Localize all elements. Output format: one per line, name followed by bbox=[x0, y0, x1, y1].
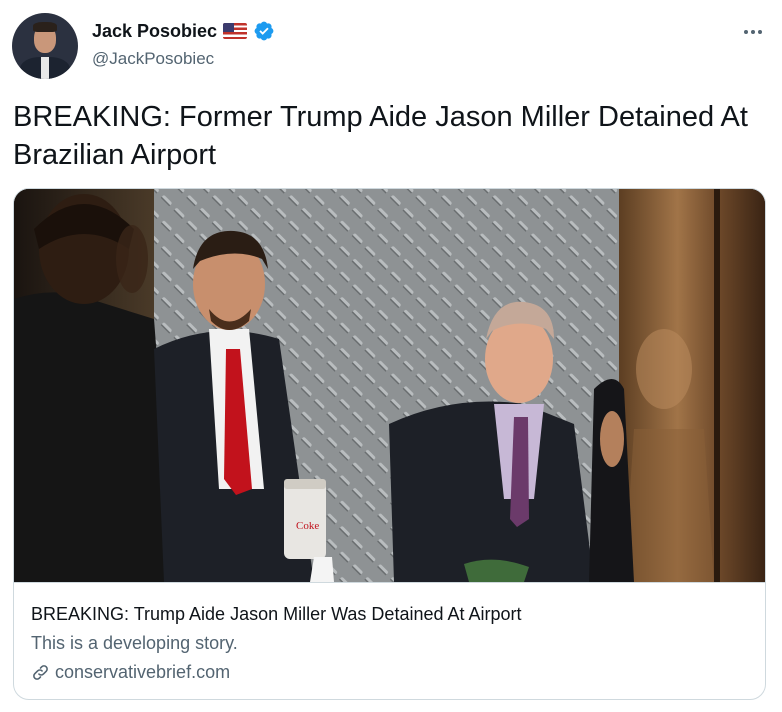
card-domain: conservativebrief.com bbox=[55, 662, 231, 682]
us-flag-icon bbox=[223, 23, 248, 39]
link-preview-card[interactable]: Coke BREAKING: Trump Aide Jason Miller W… bbox=[13, 188, 766, 700]
author-handle[interactable]: @JackPosobiec bbox=[92, 49, 214, 69]
author-name-row: Jack Posobiec bbox=[92, 20, 275, 42]
card-title: BREAKING: Trump Aide Jason Miller Was De… bbox=[31, 604, 522, 624]
card-image[interactable]: Coke bbox=[14, 189, 765, 582]
author-display-name[interactable]: Jack Posobiec bbox=[92, 21, 217, 42]
card-description: This is a developing story. bbox=[31, 633, 238, 653]
more-options-icon[interactable] bbox=[741, 22, 765, 42]
author-avatar[interactable] bbox=[12, 13, 78, 79]
card-domain-row: conservativebrief.com bbox=[31, 662, 230, 683]
verified-badge-icon bbox=[254, 21, 274, 41]
card-photo: Coke bbox=[14, 189, 765, 582]
tweet-text: BREAKING: Former Trump Aide Jason Miller… bbox=[13, 101, 748, 171]
link-icon bbox=[33, 665, 48, 680]
card-meta[interactable]: BREAKING: Trump Aide Jason Miller Was De… bbox=[14, 582, 765, 699]
svg-text:Coke: Coke bbox=[296, 520, 319, 532]
